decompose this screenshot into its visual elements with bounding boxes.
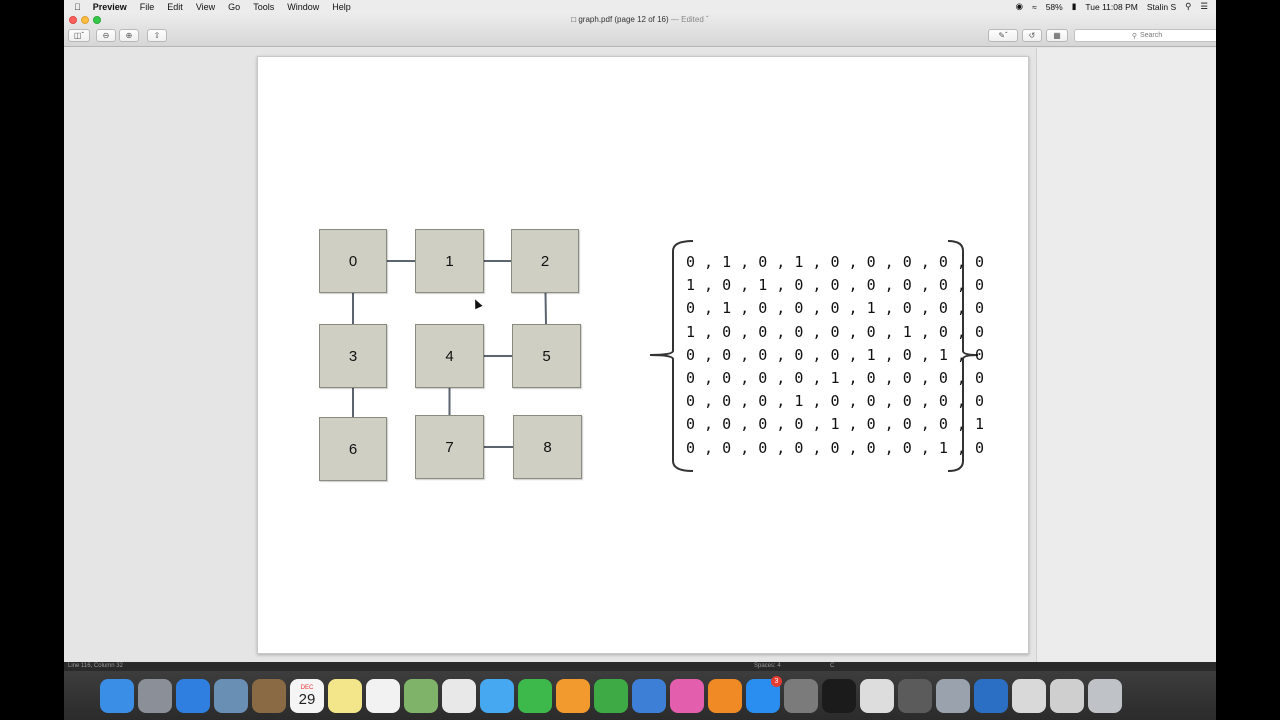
menu-bar:  Preview File Edit View Go Tools Window… — [64, 0, 1216, 13]
system-preferences-icon[interactable] — [784, 679, 818, 713]
document-title: graph.pdf (page 12 of 16) — [578, 15, 669, 24]
reminders-icon[interactable] — [366, 679, 400, 713]
cursor-position: Line 116, Column 32 — [68, 663, 123, 669]
notes-icon[interactable] — [328, 679, 362, 713]
quicktime-icon[interactable] — [974, 679, 1008, 713]
matrix-row: 0 , 0 , 0 , 0 , 1 , 0 , 0 , 0 , 1 — [686, 415, 985, 434]
maps-icon[interactable] — [404, 679, 438, 713]
terminal-icon[interactable] — [822, 679, 856, 713]
adjacency-matrix: 0 , 1 , 0 , 1 , 0 , 0 , 0 , 0 , 0 1 , 0 … — [686, 253, 985, 462]
rotate-icon: ↺ — [1028, 31, 1036, 40]
matrix-row: 0 , 0 , 0 , 0 , 0 , 0 , 0 , 1 , 0 — [686, 438, 985, 457]
window-titlebar: □ graph.pdf (page 12 of 16) — Edited ˇ ◫… — [64, 13, 1216, 47]
messages-icon[interactable] — [480, 679, 514, 713]
edited-status[interactable]: — Edited — [671, 15, 704, 24]
preview-icon[interactable] — [214, 679, 248, 713]
menu-window[interactable]: Window — [287, 2, 319, 12]
launchpad-icon[interactable] — [138, 679, 172, 713]
sidebar-toggle-button[interactable]: ◫ˇ — [68, 29, 90, 42]
desktop:  Preview File Edit View Go Tools Window… — [64, 0, 1216, 720]
calendar-icon[interactable]: DEC 29 — [290, 679, 324, 713]
menu-app-preview[interactable]: Preview — [93, 2, 127, 12]
chevron-down-icon[interactable]: ˇ — [706, 15, 709, 24]
documents-icon[interactable] — [1012, 679, 1046, 713]
right-sidebar — [1036, 48, 1216, 662]
photos-icon[interactable] — [442, 679, 476, 713]
toolbox-icon: ▦ — [1053, 31, 1061, 40]
matrix-row: 0 , 1 , 0 , 0 , 0 , 1 , 0 , 0 , 0 — [686, 299, 985, 318]
editor-status-bar: Line 116, Column 32 Spaces: 4 C — [64, 662, 1216, 671]
rotate-button[interactable]: ↺ — [1022, 29, 1042, 42]
markup-pen-button[interactable]: ✎ˇ — [988, 29, 1018, 42]
appstore-icon[interactable]: 3 — [746, 676, 782, 713]
menu-edit[interactable]: Edit — [167, 2, 183, 12]
zoom-in-icon: ⊕ — [125, 31, 133, 40]
apple-icon[interactable]:  — [74, 2, 81, 12]
syntax-language[interactable]: C — [830, 663, 834, 669]
dock: DEC 29 3 — [100, 674, 1122, 718]
share-icon: ⇧ — [153, 31, 161, 40]
markup-toolbox-button[interactable]: ▦ — [1046, 29, 1068, 42]
record-icon[interactable]: ◉ — [1016, 1, 1023, 12]
matrix-row: 0 , 0 , 0 , 0 , 1 , 0 , 0 , 0 , 0 — [686, 368, 985, 387]
zoom-in-button[interactable]: ⊕ — [119, 29, 139, 42]
pdf-page[interactable]: 012345678 0 , 1 , 0 , 1 , 0 , 0 , 0 , 0 … — [257, 56, 1029, 654]
sidebar-icon: ◫ˇ — [73, 31, 85, 40]
image-capture-icon[interactable] — [936, 679, 970, 713]
pdf-file-icon: □ — [571, 15, 577, 24]
search-icon: ⚲ — [1131, 32, 1137, 40]
share-button[interactable]: ⇧ — [147, 29, 167, 42]
window-title: □ graph.pdf (page 12 of 16) — Edited ˇ — [64, 15, 1216, 24]
calendar-day: 29 — [298, 690, 316, 708]
search-input[interactable]: ⚲ Search — [1074, 29, 1216, 42]
user-name[interactable]: Stalin S — [1147, 2, 1176, 12]
indent-setting[interactable]: Spaces: 4 — [754, 663, 781, 669]
wifi-icon[interactable]: ≈ — [1032, 2, 1037, 12]
appstore-update-badge: 3 — [771, 676, 782, 687]
notebook-icon[interactable] — [252, 679, 286, 713]
safari-icon[interactable] — [176, 679, 210, 713]
matrix-row: 1 , 0 , 1 , 0 , 0 , 0 , 0 , 0 , 0 — [686, 276, 985, 295]
zoom-out-icon: ⊖ — [102, 31, 110, 40]
keynote-icon[interactable] — [632, 679, 666, 713]
spotlight-icon[interactable]: ⚲ — [1185, 1, 1191, 12]
search-placeholder: Search — [1139, 32, 1163, 39]
menu-go[interactable]: Go — [228, 2, 240, 12]
matrix-row: 1 , 0 , 0 , 0 , 0 , 0 , 1 , 0 , 0 — [686, 322, 985, 341]
document-viewport[interactable]: 012345678 0 , 1 , 0 , 1 , 0 , 0 , 0 , 0 … — [64, 48, 1036, 662]
menu-help[interactable]: Help — [332, 2, 351, 12]
zoom-out-button[interactable]: ⊖ — [96, 29, 116, 42]
battery-percent[interactable]: 58% — [1046, 2, 1063, 12]
finder-icon[interactable] — [100, 679, 134, 713]
downloads-icon[interactable] — [1050, 679, 1084, 713]
chrome-icon[interactable] — [860, 679, 894, 713]
menu-view[interactable]: View — [196, 2, 215, 12]
facetime-icon[interactable] — [518, 679, 552, 713]
matrix-row: 0 , 1 , 0 , 1 , 0 , 0 , 0 , 0 , 0 — [686, 253, 985, 271]
pen-icon: ✎ˇ — [998, 31, 1008, 40]
notification-center-icon[interactable]: ☰ — [1200, 1, 1208, 12]
matrix-row: 0 , 0 , 0 , 0 , 0 , 1 , 0 , 1 , 0 — [686, 345, 985, 364]
numbers-icon[interactable] — [594, 679, 628, 713]
menu-tools[interactable]: Tools — [253, 2, 274, 12]
itunes-icon[interactable] — [670, 679, 704, 713]
sublime-icon[interactable] — [898, 679, 932, 713]
battery-icon[interactable]: ▮ — [1072, 1, 1077, 12]
trash-icon[interactable] — [1088, 679, 1122, 713]
pages-icon[interactable] — [556, 679, 590, 713]
menu-file[interactable]: File — [140, 2, 155, 12]
matrix-row: 0 , 0 , 0 , 1 , 0 , 0 , 0 , 0 , 0 — [686, 392, 985, 411]
clock[interactable]: Tue 11:08 PM — [1085, 2, 1137, 12]
ibooks-icon[interactable] — [708, 679, 742, 713]
